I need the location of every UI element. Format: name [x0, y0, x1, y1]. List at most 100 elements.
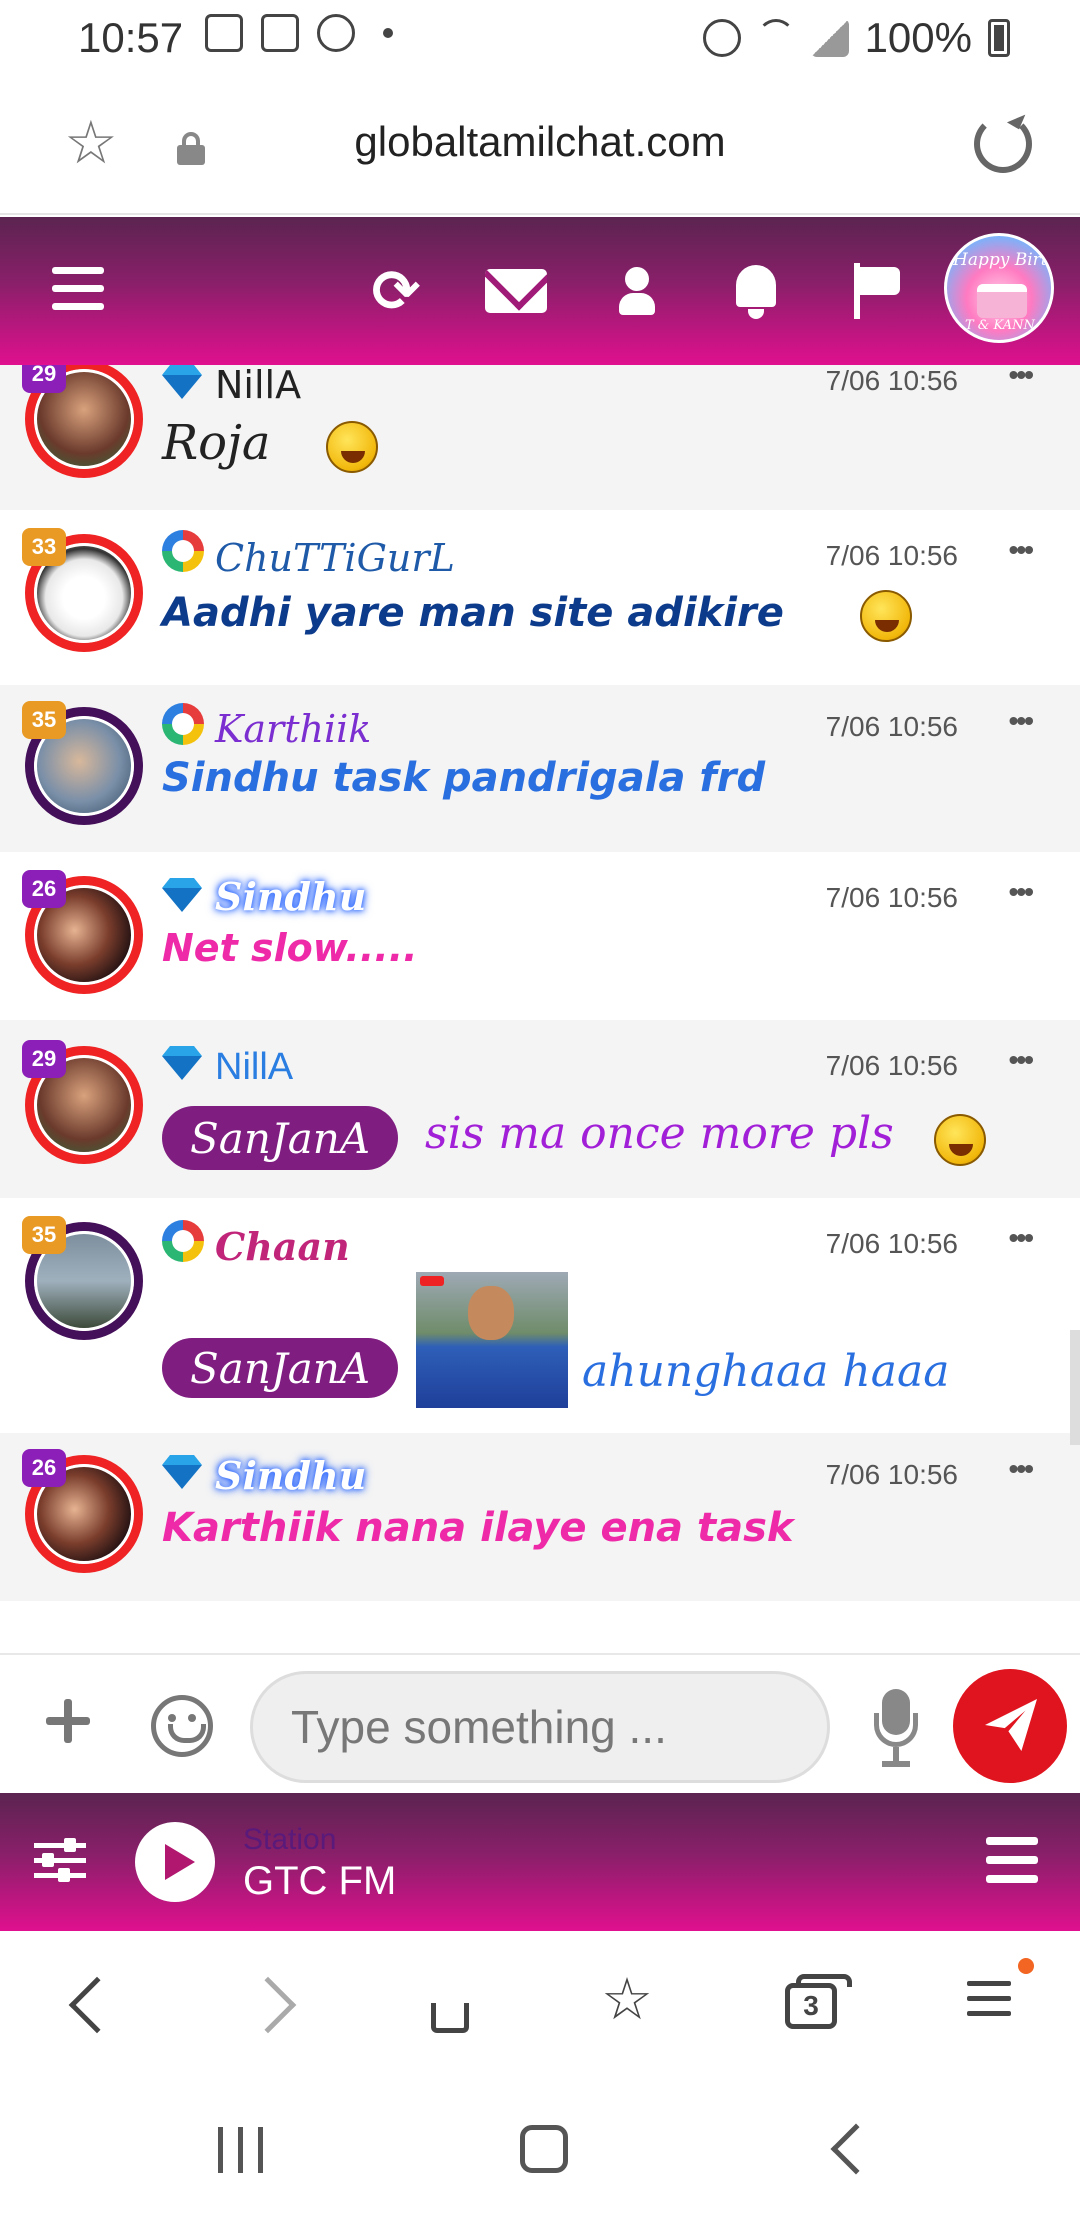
bookmarks-button[interactable]: ☆	[595, 1971, 665, 2041]
rank-badge: 26	[22, 870, 66, 908]
mention-tag[interactable]: SanJanA	[162, 1338, 399, 1398]
reload-icon[interactable]	[974, 115, 1032, 173]
message-text: Sindhu task pandrigala frd	[162, 755, 766, 801]
cast-icon	[261, 14, 299, 52]
forward-button[interactable]	[239, 1971, 310, 2041]
browser-bottom-nav: ☆ 3	[0, 1931, 1080, 2081]
more-options-icon[interactable]: •••	[1009, 1453, 1034, 1485]
gallery-icon	[205, 14, 243, 52]
status-time: 10:57	[78, 14, 184, 61]
timestamp: 7/06 10:56	[825, 365, 958, 396]
tab-count: 3	[785, 1974, 852, 2029]
rank-badge: 26	[22, 1449, 66, 1487]
diamond-icon	[162, 878, 204, 920]
chat-message[interactable]: 35 Karthiik 7/06 10:56 ••• Sindhu task p…	[0, 685, 1080, 852]
status-bar: 10:57 100%	[0, 0, 1080, 75]
chat-message[interactable]: 26 Sindhu 7/06 10:56 ••• Karthiik nana i…	[0, 1433, 1080, 1601]
cake-icon	[977, 284, 1027, 318]
more-options-icon[interactable]: •••	[1009, 705, 1034, 737]
microphone-icon[interactable]	[872, 1689, 920, 1769]
mention-tag[interactable]: SanJanA	[162, 1106, 399, 1170]
chat-message[interactable]: 26 Sindhu 7/06 10:56 ••• Net slow.....	[0, 852, 1080, 1020]
user-icon[interactable]	[617, 263, 657, 319]
signal-icon	[810, 19, 849, 57]
browser-menu-button[interactable]	[955, 1971, 1025, 2041]
chat-message[interactable]: 33 ChuTTiGurL 7/06 10:56 ••• Aadhi yare …	[0, 510, 1080, 685]
message-text: Karthiik nana ilaye ena task	[162, 1505, 794, 1551]
flag-icon[interactable]	[852, 263, 902, 319]
message-text: Roja	[162, 415, 271, 471]
more-options-icon[interactable]: •••	[1009, 1044, 1034, 1076]
timestamp: 7/06 10:56	[825, 540, 958, 571]
tabs-button[interactable]: 3	[775, 1971, 852, 2041]
chat-message[interactable]: 29 NillA 7/06 10:56 ••• Roja	[0, 365, 1080, 510]
username[interactable]: Sindhu	[215, 1453, 366, 1498]
rank-badge: 35	[22, 701, 66, 739]
timestamp: 7/06 10:56	[825, 1050, 958, 1081]
home-system-button[interactable]	[520, 2125, 568, 2173]
equalizer-icon[interactable]	[34, 1837, 86, 1885]
system-nav-bar	[0, 2081, 1080, 2220]
message-text: Aadhi yare man site adikire	[162, 590, 784, 636]
scrollbar-thumb[interactable]	[1070, 1330, 1080, 1445]
refresh-icon[interactable]: ⟳	[368, 259, 424, 324]
recents-button[interactable]	[218, 2127, 264, 2173]
username[interactable]: NillA	[215, 365, 301, 407]
send-button[interactable]	[953, 1669, 1067, 1783]
message-input-bar	[0, 1653, 1080, 1793]
status-icons-right: 100%	[702, 14, 1010, 62]
player-menu-icon[interactable]	[986, 1837, 1038, 1885]
battery-charging-icon	[988, 19, 1010, 57]
laughing-emoji-icon	[860, 590, 912, 642]
chevron-left-icon	[68, 1976, 126, 2034]
ring-badge-icon	[162, 703, 204, 745]
notification-dot	[1018, 1958, 1034, 1974]
shared-image[interactable]	[416, 1272, 568, 1408]
username[interactable]: NillA	[215, 1046, 293, 1089]
profile-avatar[interactable]: Happy Birthd T & KANNA	[944, 233, 1054, 343]
send-icon	[985, 1699, 1037, 1751]
message-text: ahunghaaa haaa	[582, 1346, 950, 1397]
rank-badge: 33	[22, 528, 66, 566]
back-button[interactable]	[55, 1971, 126, 2041]
message-input[interactable]	[250, 1671, 830, 1783]
mail-icon[interactable]	[484, 263, 548, 319]
diamond-icon	[162, 365, 204, 407]
chat-message[interactable]: 35 Chaan 7/06 10:56 ••• SanJanA ahunghaa…	[0, 1198, 1080, 1433]
message-text: Net slow.....	[162, 926, 418, 970]
bell-icon[interactable]	[730, 263, 782, 319]
username[interactable]: Karthiik	[215, 707, 371, 751]
station-label: Station	[243, 1823, 337, 1856]
username[interactable]: ChuTTiGurL	[215, 536, 455, 580]
laughing-emoji-icon	[934, 1114, 986, 1166]
ring-badge-icon	[162, 1220, 204, 1262]
battery-percent: 100%	[864, 14, 972, 61]
plus-icon[interactable]	[46, 1699, 90, 1743]
menu-icon[interactable]	[52, 267, 104, 311]
chat-message[interactable]: 29 NillA 7/06 10:56 ••• SanJanA sis ma o…	[0, 1020, 1080, 1198]
wifi-icon	[756, 19, 795, 57]
radio-player-bar: Station GTC FM	[0, 1793, 1080, 1931]
url-text[interactable]: globaltamilchat.com	[0, 118, 1080, 166]
emoji-icon[interactable]	[151, 1695, 213, 1757]
message-text: sis ma once more pls	[425, 1108, 894, 1159]
bookmark-list-icon: ☆	[601, 1967, 653, 2032]
alarm-icon	[702, 19, 741, 57]
chat-list[interactable]: 29 NillA 7/06 10:56 ••• Roja 33 ChuTTiGu…	[0, 365, 1080, 1653]
timestamp: 7/06 10:56	[825, 1459, 958, 1490]
more-options-icon[interactable]: •••	[1009, 876, 1034, 908]
more-options-icon[interactable]: •••	[1009, 365, 1034, 391]
play-icon	[317, 14, 355, 52]
laughing-emoji-icon	[326, 421, 378, 473]
station-name: GTC FM	[243, 1859, 397, 1903]
browser-url-bar: ☆ globaltamilchat.com	[0, 75, 1080, 215]
username[interactable]: Chaan	[215, 1224, 350, 1269]
more-options-icon[interactable]: •••	[1009, 1222, 1034, 1254]
username[interactable]: Sindhu	[215, 874, 366, 919]
rank-badge: 29	[22, 365, 66, 393]
back-system-button[interactable]	[830, 2123, 882, 2175]
more-options-icon[interactable]: •••	[1009, 534, 1034, 566]
home-button[interactable]	[415, 1971, 485, 2041]
play-button[interactable]	[135, 1822, 215, 1902]
ring-badge-icon	[162, 530, 204, 572]
